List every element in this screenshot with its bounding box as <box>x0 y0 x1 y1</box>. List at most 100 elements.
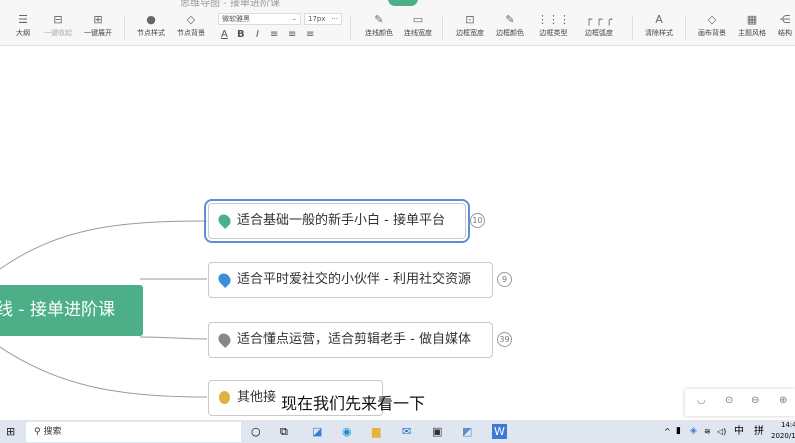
task-view-icon[interactable]: ⧉ <box>280 424 288 439</box>
store-icon[interactable]: ▣ <box>432 424 442 439</box>
connector-line <box>139 336 208 340</box>
label: 主题风格 <box>738 29 766 37</box>
zoom-in-icon[interactable]: ⊕ <box>779 395 787 406</box>
label: 画布背景 <box>698 29 726 37</box>
app-icon[interactable]: ◪ <box>312 424 322 439</box>
minus-box-icon: ⊟ <box>53 13 63 26</box>
align-center-icon[interactable]: ≡ <box>288 29 296 40</box>
label: 结构 <box>778 29 792 37</box>
cortana-icon[interactable]: ○ <box>251 424 261 439</box>
bold-button[interactable]: B <box>237 29 245 40</box>
wifi-icon[interactable]: ≋ <box>704 424 711 439</box>
border-width-button[interactable]: ⊡ 边框宽度 <box>456 12 484 38</box>
ime-mode[interactable]: 拼 <box>754 424 764 439</box>
label: 节点样式 <box>137 29 165 37</box>
toolbar: ☰ 大纲 ⊟ 一键收起 ⊞ 一键展开 ● 节点样式 ◇ 节点背景 微软雅黑 – 17px ··… <box>0 10 795 46</box>
dropdown-icon: – <box>292 15 297 23</box>
label: 边框宽度 <box>456 29 484 37</box>
italic-button[interactable]: I <box>256 29 259 40</box>
divider <box>124 16 125 40</box>
pen-icon: ✎ <box>505 13 515 26</box>
label: 边框弧度 <box>585 29 613 37</box>
start-icon[interactable]: ⊞ <box>6 424 15 439</box>
font-color-button[interactable]: A <box>221 29 228 40</box>
ime-indicator[interactable]: 中 <box>734 424 744 439</box>
collapse-all-button[interactable]: ⊟ 一键收起 <box>44 12 72 38</box>
edge-icon[interactable]: ◉ <box>342 424 352 439</box>
outline-button[interactable]: ☰ 大纲 <box>16 12 30 38</box>
folder-icon[interactable]: ▆ <box>372 424 380 439</box>
paint-bucket-icon: ◇ <box>186 13 196 26</box>
label: 大纲 <box>16 29 30 37</box>
mail-icon[interactable]: ✉ <box>402 424 411 439</box>
clear-style-button[interactable]: A 清除样式 <box>645 12 673 38</box>
shield-icon[interactable]: ◈ <box>690 424 697 439</box>
border-radius-button[interactable]: ┌ ┌ ╭ 边框弧度 <box>585 12 613 38</box>
pen-icon: ✎ <box>374 13 384 26</box>
chevron-up-icon[interactable]: ^ <box>664 424 671 439</box>
title-bar: 思维导图 - 接单进阶课 <box>0 0 795 10</box>
marker-2-icon <box>216 271 233 288</box>
label: 一键收起 <box>44 29 72 37</box>
marker-3-icon <box>216 331 233 348</box>
line-width-icon: ▭ <box>412 13 424 26</box>
font-family-select[interactable]: 微软雅黑 – <box>218 13 301 25</box>
connector-line <box>0 346 208 398</box>
outline-icon: ☰ <box>18 13 28 26</box>
child-count-badge[interactable]: 10 <box>470 213 485 228</box>
align-right-icon[interactable]: ≡ <box>306 29 314 40</box>
mindmap-canvas[interactable]: 线 - 接单进阶课 适合基础一般的新手小白 - 接单平台 10 适合平时爱社交的… <box>0 47 795 420</box>
gear-icon <box>219 391 230 404</box>
border-icon: ⊡ <box>465 13 475 26</box>
app-icon[interactable]: ◩ <box>462 424 472 439</box>
border-color-button[interactable]: ✎ 边框颜色 <box>496 12 524 38</box>
mindmap-node[interactable]: 适合基础一般的新手小白 - 接单平台 <box>204 199 470 243</box>
theme-button[interactable]: ▦ 主题风格 <box>738 12 766 38</box>
mindmap-app-icon[interactable]: W <box>492 424 507 439</box>
canvas-bg-button[interactable]: ◇ 画布背景 <box>698 12 726 38</box>
root-node[interactable]: 线 - 接单进阶课 <box>0 285 143 336</box>
label: 清除样式 <box>645 29 673 37</box>
mindmap-node[interactable]: 适合平时爱社交的小伙伴 - 利用社交资源 <box>208 262 493 298</box>
zoom-controls: ◡ ⊙ ⊖ ⊕ <box>685 389 795 416</box>
taskbar: ⊞ ⚲ 搜索 ○ ⧉ ◪ ◉ ▆ ✉ ▣ ◩ W ^ ▮ ◈ ≋ ◁) 中 拼 … <box>0 420 795 443</box>
palette-icon: ● <box>146 13 156 26</box>
child-count-badge[interactable]: 39 <box>497 332 512 347</box>
line-width-button[interactable]: ▭ 连线宽度 <box>404 12 432 38</box>
center-icon[interactable]: ⊙ <box>725 395 733 406</box>
paint-bucket-icon: ◇ <box>707 13 717 26</box>
font-size-select[interactable]: 17px ··· <box>304 13 342 25</box>
node-label: 适合平时爱社交的小伙伴 - 利用社交资源 <box>237 272 471 287</box>
clock-date[interactable]: 2020/1 <box>771 432 795 440</box>
structure-icon: ⋲ <box>779 13 791 26</box>
video-subtitle: 现在我们先来看一下 <box>281 394 426 413</box>
border-type-button[interactable]: ⋮⋮⋮ 边框类型 <box>537 12 570 38</box>
expand-all-button[interactable]: ⊞ 一键展开 <box>84 12 112 38</box>
label: 连线颜色 <box>365 29 393 37</box>
label: 节点背景 <box>177 29 205 37</box>
zoom-out-icon[interactable]: ⊖ <box>751 395 759 406</box>
child-count-badge[interactable]: 9 <box>497 272 512 287</box>
node-label: 适合懂点运营，适合剪辑老手 - 做自媒体 <box>237 332 471 347</box>
structure-button[interactable]: ⋲ 结构 <box>778 12 792 38</box>
node-bg-button[interactable]: ◇ 节点背景 <box>177 12 205 38</box>
taskbar-search[interactable]: ⚲ 搜索 <box>26 422 241 442</box>
align-left-icon[interactable]: ≡ <box>270 29 278 40</box>
search-placeholder: 搜索 <box>43 427 62 437</box>
window-title: 思维导图 - 接单进阶课 <box>180 0 280 9</box>
label: 一键展开 <box>84 29 112 37</box>
mindmap-node[interactable]: 适合懂点运营，适合剪辑老手 - 做自媒体 <box>208 322 493 358</box>
volume-icon[interactable]: ◁) <box>717 424 726 439</box>
node-style-button[interactable]: ● 节点样式 <box>137 12 165 38</box>
hide-icon[interactable]: ◡ <box>697 395 706 406</box>
more-icon: ··· <box>331 15 338 23</box>
font-size-value: 17px <box>308 15 326 23</box>
divider <box>632 16 633 40</box>
theme-grid-icon: ▦ <box>746 13 758 26</box>
line-color-button[interactable]: ✎ 连线颜色 <box>365 12 393 38</box>
microphone-icon[interactable]: ▮ <box>676 424 681 439</box>
font-family-value: 微软雅黑 <box>222 15 250 23</box>
plus-box-icon: ⊞ <box>93 13 103 26</box>
label: 边框颜色 <box>496 29 524 37</box>
clock-time[interactable]: 14:4 <box>781 421 795 429</box>
